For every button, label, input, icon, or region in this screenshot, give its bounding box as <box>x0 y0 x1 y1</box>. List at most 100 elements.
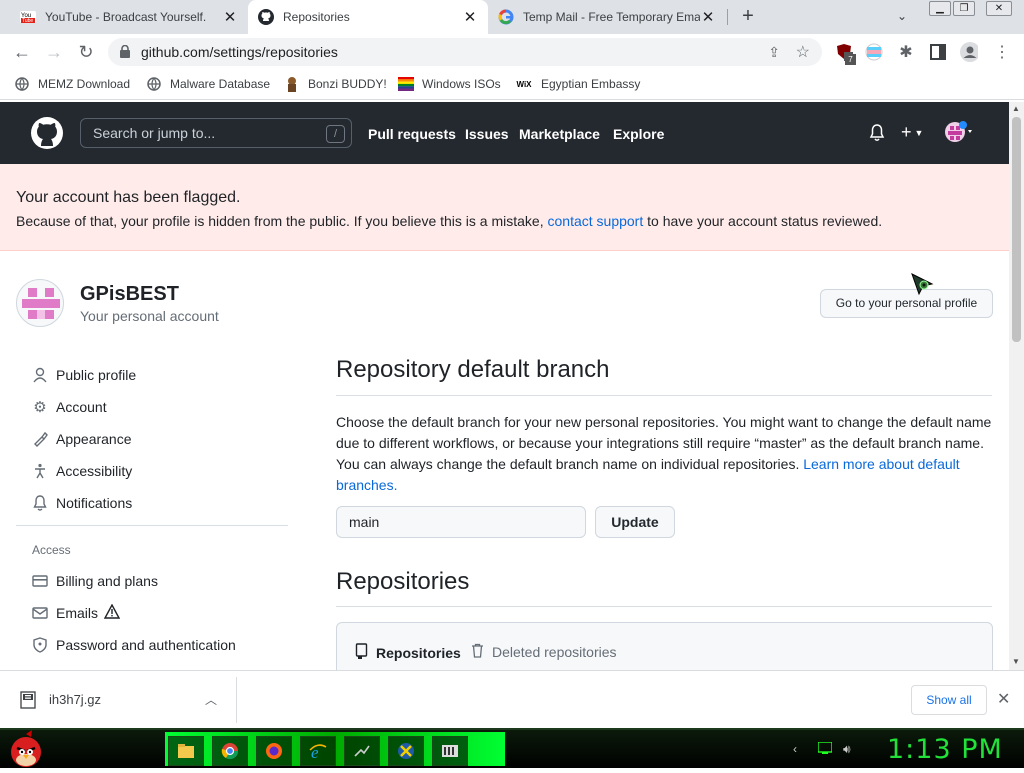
nav-pull-requests[interactable]: Pull requests <box>368 126 456 142</box>
bell-icon <box>32 495 48 511</box>
close-icon[interactable]: ✕ <box>997 689 1010 709</box>
tab-search-icon[interactable]: ⌄ <box>897 9 907 23</box>
search-shortcut-key: / <box>326 125 345 143</box>
more-menu-icon[interactable]: ⋮ <box>993 43 1011 61</box>
sidebar-item-label: Billing and plans <box>56 573 158 589</box>
sidebar-item-accessibility[interactable]: Accessibility <box>32 460 132 482</box>
bookmark-bonzi-buddy[interactable]: Bonzi BUDDY! <box>284 76 387 92</box>
download-filename[interactable]: ih3h7j.gz <box>49 692 101 707</box>
new-tab-button[interactable]: + <box>737 6 759 28</box>
taskbar-clock[interactable]: 1:13 PM <box>887 734 1003 765</box>
tab-separator <box>727 9 728 25</box>
contact-support-link[interactable]: contact support <box>548 213 644 229</box>
create-new-plus-icon[interactable]: + ▼ <box>901 123 923 142</box>
browser-toolbar: ← → ↻ github.com/settings/repositories ⇪… <box>0 34 1024 70</box>
sidebar-item-billing[interactable]: Billing and plans <box>32 570 158 592</box>
flag-message-after: to have your account status reviewed. <box>643 213 883 229</box>
window-close-icon[interactable]: ✕ <box>986 1 1012 16</box>
start-button-angry-bird-icon[interactable] <box>6 730 46 773</box>
bell-icon[interactable] <box>869 124 885 147</box>
update-button[interactable]: Update <box>595 506 675 538</box>
firefox-icon[interactable] <box>256 736 292 766</box>
avatar[interactable] <box>16 279 64 327</box>
forward-icon[interactable]: → <box>44 42 64 62</box>
username[interactable]: GPisBEST <box>80 283 179 306</box>
paintbrush-icon <box>32 431 48 447</box>
nav-explore[interactable]: Explore <box>613 126 664 142</box>
bookmark-memz[interactable]: MEMZ Download <box>14 76 130 92</box>
tab-title: Temp Mail - Free Temporary Email <box>523 10 700 24</box>
mouse-cursor-icon <box>910 272 940 303</box>
bookmark-windows-isos[interactable]: Windows ISOs <box>398 76 501 92</box>
account-type: Your personal account <box>80 308 219 324</box>
sidebar-item-password-authentication[interactable]: Password and authentication <box>32 634 236 656</box>
tray-chevron-icon[interactable]: ‹ <box>793 742 797 756</box>
chevron-up-icon[interactable]: ︿ <box>205 691 217 708</box>
download-separator <box>236 677 237 723</box>
user-avatar-menu[interactable] <box>944 121 978 148</box>
extension-badge: 7 <box>845 54 856 65</box>
scroll-up-icon[interactable]: ▲ <box>1012 104 1020 113</box>
globe-icon <box>14 76 30 92</box>
tab-repositories[interactable]: Repositories ✕ <box>248 0 488 34</box>
sidebar-item-label: Password and authentication <box>56 637 236 653</box>
show-all-button[interactable]: Show all <box>911 685 987 715</box>
bookmark-malware-database[interactable]: Malware Database <box>146 76 270 92</box>
taskbar: e ‹ 🔊︎ 1:13 PM <box>0 728 1024 768</box>
close-icon[interactable]: ✕ <box>222 8 238 26</box>
terminal-icon[interactable] <box>432 736 468 766</box>
side-panel-icon[interactable] <box>929 43 947 61</box>
sidebar-item-emails[interactable]: Emails <box>32 602 121 624</box>
account-flagged-banner: Your account has been flagged. Because o… <box>0 164 1009 251</box>
go-to-profile-button[interactable]: Go to your personal profile <box>820 289 993 318</box>
github-header: Search or jump to... / Pull requests Iss… <box>0 102 1009 164</box>
tab-label: Repositories <box>376 644 461 661</box>
default-branch-input[interactable]: main <box>336 506 586 538</box>
scrollbar-thumb[interactable] <box>1012 117 1021 342</box>
close-icon[interactable]: ✕ <box>462 8 478 26</box>
volume-icon[interactable]: 🔊︎ <box>843 742 851 757</box>
tab-label: Deleted repositories <box>492 644 617 660</box>
scroll-down-icon[interactable]: ▼ <box>1012 657 1020 666</box>
back-icon[interactable]: ← <box>12 42 32 62</box>
bookmark-egyptian-embassy[interactable]: WiX Egyptian Embassy <box>515 76 640 92</box>
default-branch-description: Choose the default branch for your new p… <box>336 412 996 496</box>
flag-extension-icon[interactable] <box>865 43 883 61</box>
network-icon[interactable] <box>817 741 833 757</box>
sidebar-item-appearance[interactable]: Appearance <box>32 428 132 450</box>
restore-icon[interactable]: ❐ <box>953 1 975 16</box>
page-scrollbar[interactable]: ▲ ▼ <box>1009 102 1024 670</box>
nav-issues[interactable]: Issues <box>465 126 509 142</box>
share-icon[interactable]: ⇪ <box>768 44 780 61</box>
nav-marketplace[interactable]: Marketplace <box>519 126 600 142</box>
chrome-icon[interactable] <box>212 736 248 766</box>
xbox-app-icon[interactable] <box>388 736 424 766</box>
github-search-input[interactable]: Search or jump to... / <box>80 118 352 148</box>
github-logo-icon[interactable] <box>31 117 63 154</box>
sidebar-item-account[interactable]: ⚙ Account <box>32 396 106 418</box>
tab-youtube[interactable]: You Tube YouTube - Broadcast Yourself. ✕ <box>10 0 248 34</box>
globe-icon <box>146 76 162 92</box>
bookmark-label: Bonzi BUDDY! <box>308 77 387 91</box>
bookmark-star-icon[interactable]: ☆ <box>796 42 810 62</box>
tab-deleted-repositories[interactable]: Deleted repositories <box>471 643 617 661</box>
app-icon[interactable] <box>344 736 380 766</box>
reload-icon[interactable]: ↻ <box>76 42 96 62</box>
lock-icon[interactable] <box>120 44 130 63</box>
tab-repositories-list[interactable]: Repositories <box>355 643 461 662</box>
sidebar-item-label: Emails <box>56 605 99 621</box>
address-bar[interactable]: github.com/settings/repositories ⇪ ☆ <box>108 38 822 66</box>
close-icon[interactable]: ✕ <box>700 8 716 26</box>
warning-icon <box>103 603 121 622</box>
internet-explorer-icon[interactable]: e <box>300 736 336 766</box>
minimize-icon[interactable]: ▁ <box>929 1 951 16</box>
puzzle-extensions-icon[interactable]: ✱ <box>897 43 915 61</box>
sidebar-item-notifications[interactable]: Notifications <box>32 492 132 514</box>
sidebar-item-public-profile[interactable]: Public profile <box>32 364 136 386</box>
credit-card-icon <box>32 573 48 589</box>
file-explorer-icon[interactable] <box>168 736 204 766</box>
profile-icon[interactable] <box>960 42 978 62</box>
tab-title: Repositories <box>283 10 350 24</box>
tab-temp-mail[interactable]: Temp Mail - Free Temporary Email ✕ <box>488 0 726 34</box>
bookmark-label: Windows ISOs <box>422 77 501 91</box>
